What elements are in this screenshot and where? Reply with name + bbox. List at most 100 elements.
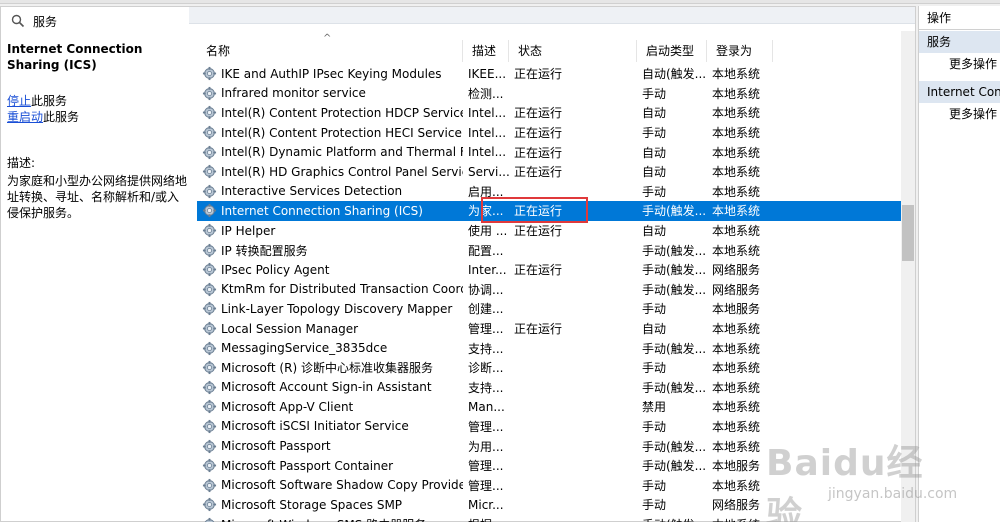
column-header-log-on-as[interactable]: 登录为 xyxy=(707,40,773,62)
service-description: 根据... xyxy=(463,516,509,522)
service-startup-type: 自动 xyxy=(642,224,667,239)
service-log-on-as: 本地系统 xyxy=(712,400,761,415)
service-gear-icon xyxy=(202,439,217,454)
service-row[interactable]: IKE and AuthIP IPsec Keying Modules IKEE.… xyxy=(197,64,901,84)
service-row[interactable]: IPsec Policy Agent Inter... 正在运行 手动(触发... 网络… xyxy=(197,260,901,280)
service-row[interactable]: MessagingService_3835dce 支持... 手动(触发... 本地系… xyxy=(197,338,901,358)
service-name-cell: Internet Connection Sharing (ICS) xyxy=(197,203,463,218)
stop-service-link[interactable]: 停止 xyxy=(7,94,31,108)
service-row[interactable]: Microsoft Account Sign-in Assistant 支持...… xyxy=(197,378,901,398)
watermark-url: jingyan.baidu.com xyxy=(828,486,958,502)
restart-service-link[interactable]: 重启动 xyxy=(7,110,43,124)
service-gear-icon xyxy=(202,203,217,218)
service-startup-type: 手动(触发... xyxy=(642,380,707,395)
service-startup-type: 手动(触发... xyxy=(642,204,707,219)
service-log-on-as: 本地系统 xyxy=(712,67,761,82)
service-status: 正在运行 xyxy=(514,263,563,278)
service-startup-type: 手动(触发... xyxy=(642,439,707,454)
service-gear-icon xyxy=(202,164,217,179)
action-group-services[interactable]: 服务 xyxy=(919,31,1000,53)
service-name: IPsec Policy Agent xyxy=(221,262,330,277)
service-log-on-as: 本地系统 xyxy=(712,204,761,219)
service-name-cell: Microsoft Passport Container xyxy=(197,458,463,473)
service-gear-icon xyxy=(202,497,217,512)
service-startup-type: 手动(触发... xyxy=(637,516,707,522)
service-gear-icon xyxy=(202,243,217,258)
column-header-startup-type[interactable]: 启动类型 xyxy=(637,40,707,62)
service-gear-icon xyxy=(202,380,217,395)
service-description: 创建... xyxy=(468,302,504,317)
service-name-cell: IPsec Policy Agent xyxy=(197,262,463,277)
service-startup-type: 手动 xyxy=(642,184,667,199)
service-name-cell: Microsoft Software Shadow Copy Provider xyxy=(197,478,463,493)
service-status: 正在运行 xyxy=(514,145,563,160)
column-header-name[interactable]: ^ 名称 xyxy=(197,33,463,62)
panel-header: 服务 xyxy=(1,7,189,35)
service-log-on-as: 网络服务 xyxy=(712,498,761,513)
stop-link-suffix: 此服务 xyxy=(31,94,68,108)
service-log-on-as: 本地服务 xyxy=(712,302,761,317)
service-row[interactable]: Microsoft (R) 诊断中心标准收集器服务 诊断... 手动 本地系统 xyxy=(197,358,901,378)
service-log-on-as: 本地系统 xyxy=(712,419,761,434)
service-name: Intel(R) Content Protection HDCP Service xyxy=(221,105,463,120)
service-row[interactable]: IP Helper 使用 ... 正在运行 自动 本地系统 xyxy=(197,221,901,241)
service-log-on-as: 本地系统 xyxy=(712,322,761,337)
service-description: 诊断... xyxy=(468,361,504,376)
service-description: 支持... xyxy=(468,380,504,395)
service-status: 正在运行 xyxy=(514,106,563,121)
service-name: Internet Connection Sharing (ICS) xyxy=(221,203,423,218)
service-description: 管理... xyxy=(468,419,504,434)
service-description: Inter... xyxy=(468,262,507,277)
service-row[interactable]: KtmRm for Distributed Transaction Coordi… xyxy=(197,280,901,300)
service-startup-type: 手动 xyxy=(642,498,667,513)
service-name: Microsoft Storage Spaces SMP xyxy=(221,497,403,512)
service-description: Intel... xyxy=(468,105,507,120)
service-row[interactable]: Intel(R) HD Graphics Control Panel Servi… xyxy=(197,162,901,182)
service-gear-icon xyxy=(202,184,217,199)
service-log-on-as: 本地系统 xyxy=(712,439,761,454)
service-row[interactable]: Intel(R) Content Protection HECI Service… xyxy=(197,123,901,143)
service-log-on-as: 本地系统 xyxy=(712,361,761,376)
service-name: Microsoft Passport xyxy=(221,439,331,454)
service-gear-icon xyxy=(202,262,217,277)
service-row[interactable]: Intel(R) Dynamic Platform and Thermal Fr… xyxy=(197,142,901,162)
service-name: Link-Layer Topology Discovery Mapper xyxy=(221,301,453,316)
service-name: Microsoft Software Shadow Copy Provider xyxy=(221,478,463,493)
service-name-cell: Interactive Services Detection xyxy=(197,184,463,199)
service-name: KtmRm for Distributed Transaction Coordi… xyxy=(221,282,463,297)
service-log-on-as: 本地系统 xyxy=(707,516,773,522)
service-startup-type: 手动(触发... xyxy=(642,243,707,258)
service-row[interactable]: IP 转换配置服务 配置... 手动(触发... 本地系统 xyxy=(197,240,901,260)
service-startup-type: 手动(触发... xyxy=(642,282,707,297)
service-description: Intel... xyxy=(468,125,507,140)
service-name-cell: Microsoft Windows SMS 路由器服务. xyxy=(197,516,463,522)
service-log-on-as: 本地系统 xyxy=(712,184,761,199)
service-description: 管理... xyxy=(468,322,504,337)
scrollbar-thumb[interactable] xyxy=(902,205,914,261)
service-description: 检测... xyxy=(468,86,504,101)
action-group-selected-service[interactable]: Internet Conn xyxy=(919,81,1000,103)
service-row[interactable]: Intel(R) Content Protection HDCP Service… xyxy=(197,103,901,123)
column-header-description[interactable]: 描述 xyxy=(463,40,509,62)
service-row[interactable]: Local Session Manager 管理... 正在运行 自动 本地系统 xyxy=(197,319,901,339)
service-startup-type: 手动(触发... xyxy=(642,263,707,278)
service-row[interactable]: Link-Layer Topology Discovery Mapper 创建..… xyxy=(197,299,901,319)
more-actions-selected-service[interactable]: 更多操作 xyxy=(919,103,1000,125)
service-row[interactable]: Infrared monitor service 检测... 手动 本地系统 xyxy=(197,84,901,104)
more-actions-services[interactable]: 更多操作 xyxy=(919,53,1000,75)
service-name: Microsoft Account Sign-in Assistant xyxy=(221,380,432,395)
service-log-on-as: 网络服务 xyxy=(712,282,761,297)
service-startup-type: 手动 xyxy=(642,86,667,101)
service-gear-icon xyxy=(202,86,217,101)
service-row[interactable]: Microsoft App-V Client Man... 禁用 本地系统 xyxy=(197,397,901,417)
service-startup-type: 手动 xyxy=(642,361,667,376)
service-description: Servi... xyxy=(468,164,509,179)
service-gear-icon xyxy=(202,125,217,140)
window-top-edge xyxy=(0,0,1000,4)
service-name-cell: Local Session Manager xyxy=(197,321,463,336)
service-description: 管理... xyxy=(468,478,504,493)
column-header-status[interactable]: 状态 xyxy=(509,40,637,62)
service-gear-icon xyxy=(202,223,217,238)
service-name: IKE and AuthIP IPsec Keying Modules xyxy=(221,66,442,81)
service-gear-icon xyxy=(202,399,217,414)
